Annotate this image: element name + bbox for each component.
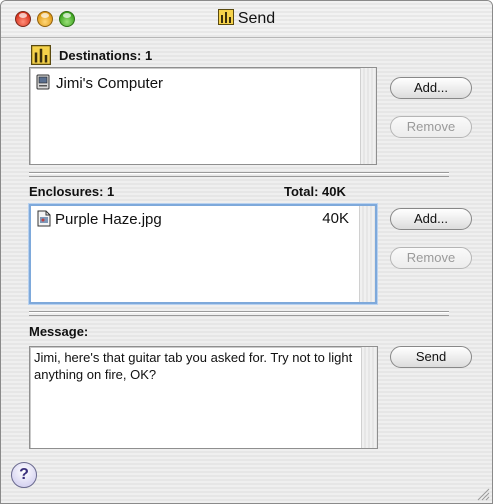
resize-grip-icon[interactable] [474,485,490,501]
list-item[interactable]: Jimi's Computer [36,74,163,94]
help-button[interactable]: ? [11,462,37,488]
enclosures-label: Enclosures: 1 [29,184,115,199]
destinations-list[interactable]: Jimi's Computer [29,67,377,165]
enclosure-size: 40K [322,210,349,227]
send-app-icon [217,9,234,30]
send-button[interactable]: Send [390,346,472,368]
enclosures-scrollbar[interactable] [359,206,375,302]
send-window: Send Destinations: 1 Jimi's Computer Add… [0,0,493,504]
remove-enclosure-button[interactable]: Remove [390,247,472,269]
add-destination-button[interactable]: Add... [390,77,472,99]
help-icon: ? [19,466,29,483]
window-title: Send [1,9,492,30]
enclosures-list[interactable]: Purple Haze.jpg 40K [29,204,377,304]
remove-destination-button[interactable]: Remove [390,116,472,138]
enclosures-total: Total: 40K [284,184,346,199]
divider [29,176,449,177]
destinations-label: Destinations: 1 [59,48,153,63]
message-scrollbar[interactable] [361,347,377,448]
list-item[interactable]: Purple Haze.jpg 40K [37,210,349,231]
title-bar[interactable]: Send [1,1,492,38]
message-label: Message: [29,324,89,339]
divider [29,311,449,313]
add-enclosure-button[interactable]: Add... [390,208,472,230]
enclosure-name: Purple Haze.jpg [55,211,162,228]
destination-name: Jimi's Computer [56,75,164,92]
image-file-icon [37,210,51,231]
divider [29,315,449,316]
window-title-text: Send [237,10,276,27]
destinations-scrollbar[interactable] [360,68,376,164]
message-field[interactable]: Jimi, here's that guitar tab you asked f… [29,346,378,449]
message-text[interactable]: Jimi, here's that guitar tab you asked f… [34,349,374,383]
divider [29,172,449,174]
computer-icon [36,74,50,94]
